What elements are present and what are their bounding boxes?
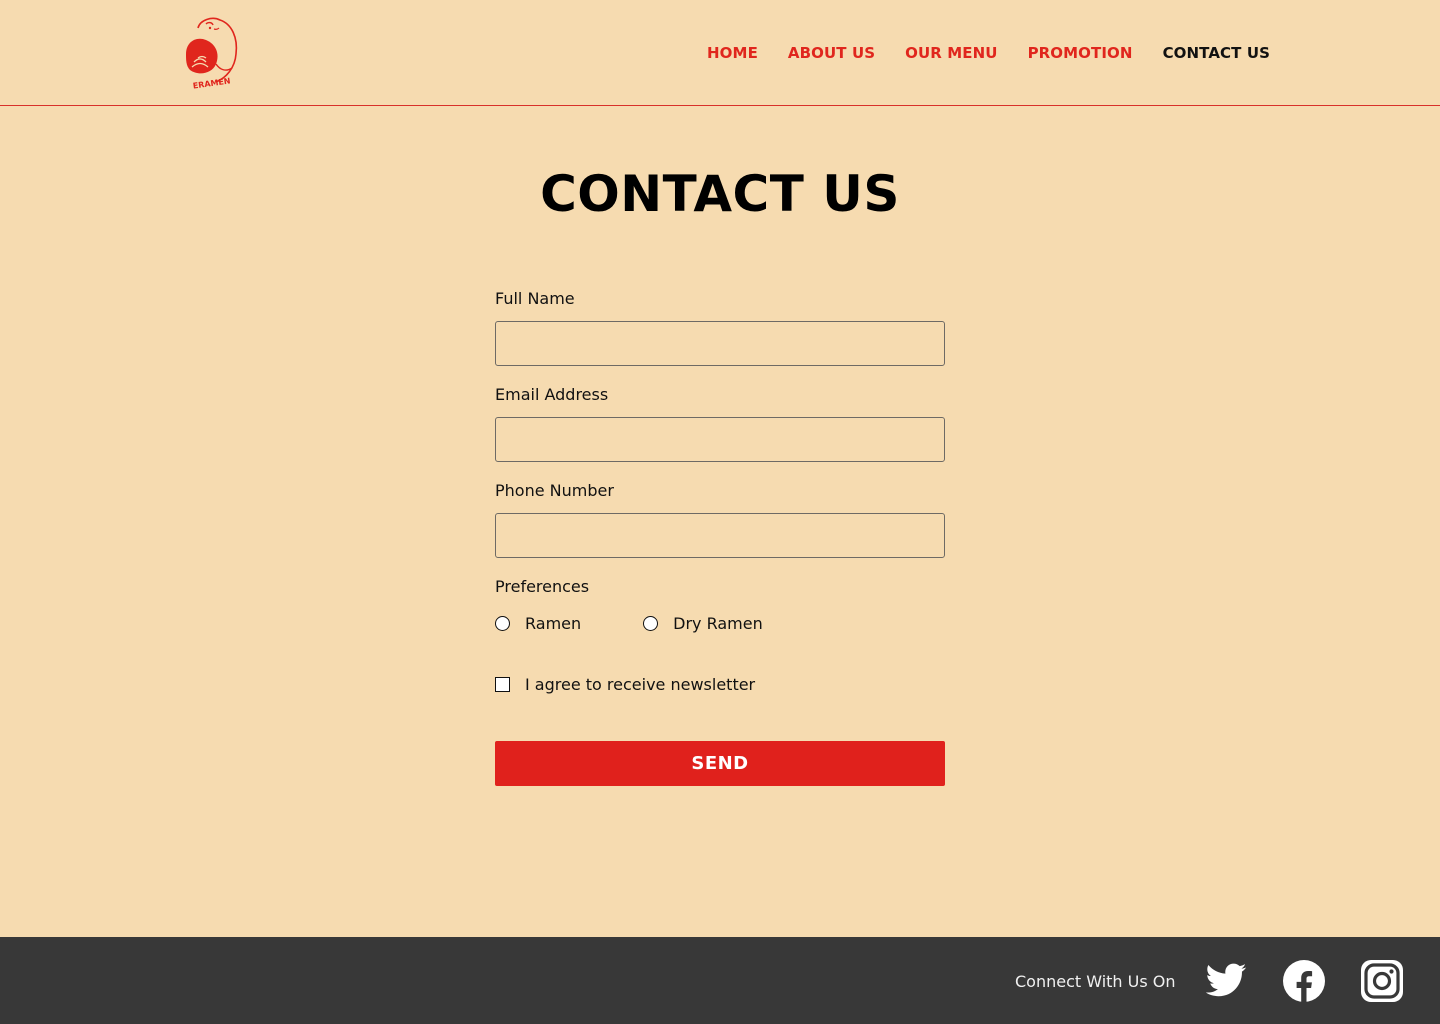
radio-ramen-label: Ramen [525,613,582,633]
connect-text: Connect With Us On [1015,972,1176,991]
nav-home[interactable]: HOME [707,44,758,62]
contact-form: Full Name Email Address Phone Number Pre… [495,289,945,786]
nav-our-menu[interactable]: OUR MENU [905,44,997,62]
send-button[interactable]: SEND [495,741,945,786]
full-name-input[interactable] [495,321,945,366]
twitter-icon[interactable] [1204,959,1248,1003]
phone-input[interactable] [495,513,945,558]
eramen-logo[interactable]: ERAMEN [180,14,244,90]
site-header: ERAMEN HOME ABOUT US OUR MENU PROMOTION … [0,0,1440,106]
contact-page: ERAMEN HOME ABOUT US OUR MENU PROMOTION … [0,0,1440,1024]
site-footer: Connect With Us On [0,937,1440,1024]
radio-ramen[interactable] [495,615,510,631]
email-field: Email Address [495,385,945,481]
radio-option-dry-ramen[interactable]: Dry Ramen [643,614,763,633]
newsletter-label: I agree to receive newsletter [525,674,756,694]
email-label: Email Address [495,385,609,404]
nav-promotion[interactable]: PROMOTION [1028,44,1133,62]
radio-option-ramen[interactable]: Ramen [495,614,581,633]
newsletter-option[interactable]: I agree to receive newsletter [495,673,945,695]
email-input[interactable] [495,417,945,462]
nav-about-us[interactable]: ABOUT US [788,44,875,62]
phone-field: Phone Number [495,481,945,577]
preferences-group: Preferences Ramen Dry Ramen [495,577,945,634]
logo-text: ERAMEN [192,76,231,90]
preferences-options: Ramen Dry Ramen [495,612,945,634]
full-name-field: Full Name [495,289,945,385]
full-name-label: Full Name [495,289,575,308]
radio-dry-ramen-label: Dry Ramen [673,613,763,633]
facebook-icon[interactable] [1282,959,1326,1003]
page-title: CONTACT US [540,165,900,223]
main-nav: HOME ABOUT US OUR MENU PROMOTION CONTACT… [707,44,1270,62]
phone-label: Phone Number [495,481,614,500]
radio-dry-ramen[interactable] [643,615,659,631]
preferences-label: Preferences [495,577,590,596]
newsletter-checkbox[interactable] [495,676,510,692]
nav-contact-us[interactable]: CONTACT US [1163,44,1270,62]
instagram-icon[interactable] [1360,959,1404,1003]
